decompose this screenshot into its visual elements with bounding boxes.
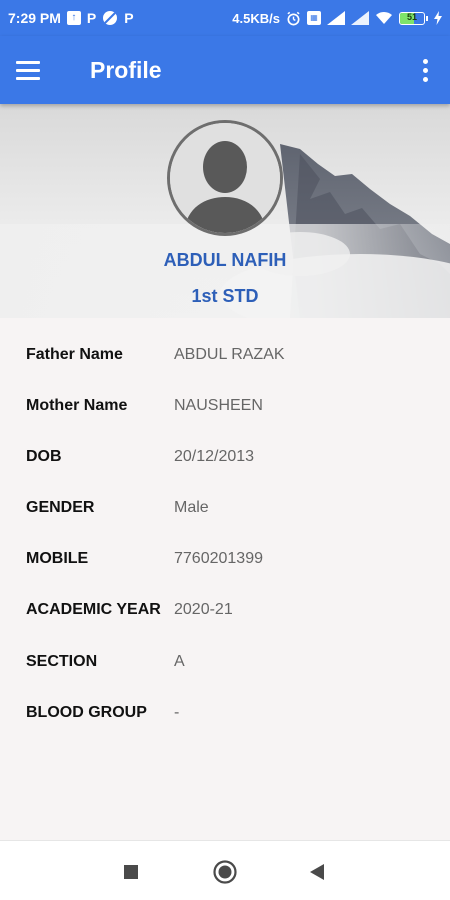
- detail-label: DOB: [26, 448, 62, 465]
- detail-value: ABDUL RAZAK: [174, 346, 285, 363]
- detail-value: 7760201399: [174, 550, 263, 567]
- person-avatar-icon[interactable]: [167, 120, 283, 236]
- detail-row-mobile: MOBILE 7760201399: [26, 547, 446, 571]
- status-time: 7:29 PM: [8, 10, 61, 26]
- page-title: Profile: [90, 56, 162, 83]
- charging-icon: [434, 11, 442, 25]
- signal-icon-2: [351, 11, 369, 25]
- detail-label: BLOOD GROUP: [26, 704, 147, 721]
- detail-label: Mother Name: [26, 397, 128, 414]
- more-vertical-icon[interactable]: [410, 50, 440, 90]
- detail-row-gender: GENDER Male: [26, 496, 446, 520]
- detail-label: MOBILE: [26, 550, 89, 567]
- battery-level: 51: [406, 11, 417, 22]
- status-bar: 7:29 PM ↑ P P 4.5KB/s ▦ 51: [0, 0, 450, 36]
- app-bar: Profile: [0, 36, 450, 104]
- status-right: 4.5KB/s ▦ 51: [232, 11, 442, 26]
- detail-label: Father Name: [26, 346, 123, 363]
- detail-row-dob: DOB 20/12/2013: [26, 445, 446, 469]
- detail-value: 2020-21: [174, 601, 233, 618]
- alarm-icon: [286, 11, 301, 26]
- detail-label: ACADEMIC YEAR: [26, 601, 161, 618]
- detail-value: 20/12/2013: [174, 448, 255, 465]
- system-navigation-bar: [0, 840, 450, 900]
- detail-row-father-name: Father Name ABDUL RAZAK: [26, 343, 446, 367]
- detail-row-blood-group: BLOOD GROUP -: [26, 701, 446, 725]
- pinterest-icon-2: P: [124, 10, 134, 26]
- pinterest-icon: P: [86, 10, 97, 26]
- status-left: 7:29 PM ↑ P P: [8, 10, 134, 26]
- detail-value: -: [174, 704, 180, 721]
- home-circle-icon[interactable]: [212, 859, 238, 885]
- detail-label: GENDER: [26, 499, 95, 516]
- detail-value: NAUSHEEN: [174, 397, 263, 414]
- detail-value: A: [174, 653, 185, 670]
- recents-square-icon[interactable]: [122, 863, 140, 881]
- battery-icon: 51: [399, 11, 428, 25]
- detail-row-section: SECTION A: [26, 650, 446, 674]
- detail-value: Male: [174, 499, 209, 516]
- profile-class: 1st STD: [191, 286, 259, 306]
- signal-icon: [327, 11, 345, 25]
- upload-icon: ↑: [66, 11, 81, 25]
- detail-label: SECTION: [26, 653, 98, 670]
- network-speed: 4.5KB/s: [232, 10, 280, 26]
- profile-name: ABDUL NAFIH: [163, 250, 287, 270]
- wifi-icon: [375, 11, 393, 25]
- sim-icon: ▦: [307, 11, 321, 25]
- profile-banner: ABDUL NAFIH 1st STD: [0, 104, 450, 318]
- blocked-icon: [102, 10, 118, 26]
- detail-row-academic-year: ACADEMIC YEAR 2020-21: [26, 598, 446, 622]
- hamburger-menu-icon[interactable]: [16, 50, 56, 90]
- detail-row-mother-name: Mother Name NAUSHEEN: [26, 394, 446, 418]
- back-triangle-icon[interactable]: [306, 861, 328, 883]
- profile-details: Father Name ABDUL RAZAK Mother Name NAUS…: [0, 318, 450, 840]
